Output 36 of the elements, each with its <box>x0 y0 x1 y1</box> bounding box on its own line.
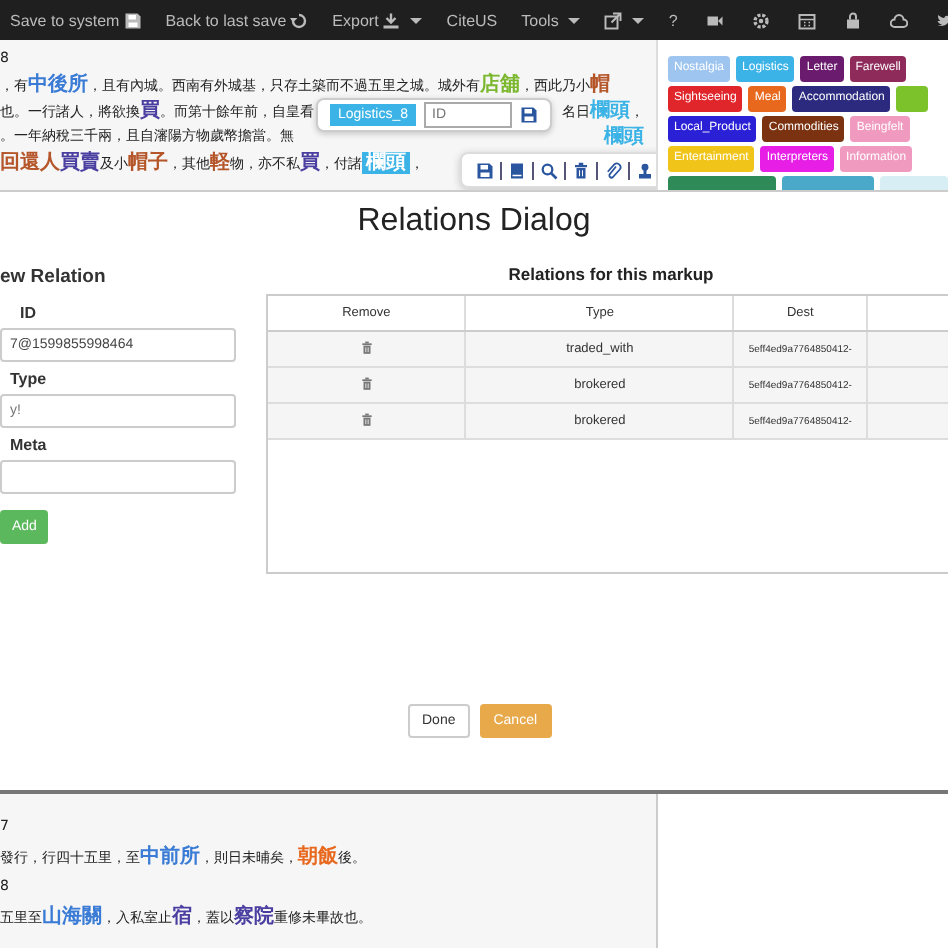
section-heading: Relations for this markup <box>506 264 716 284</box>
nav-link[interactable]: Save to system <box>10 11 142 29</box>
nav-link[interactable]: ? <box>668 11 678 29</box>
trash-icon[interactable] <box>359 375 374 391</box>
nav-link[interactable]: Tools <box>521 11 581 29</box>
trash-icon[interactable] <box>572 161 590 179</box>
save-icon <box>123 11 142 29</box>
save-icon[interactable] <box>476 161 494 179</box>
external-link-icon <box>604 11 623 29</box>
video-camera-icon[interactable] <box>705 11 724 29</box>
trash-icon[interactable] <box>359 339 374 355</box>
paperclip-icon[interactable] <box>604 161 622 179</box>
nav-link[interactable]: Back to last save <box>165 11 309 29</box>
field-label: Type <box>10 370 47 388</box>
stamp-icon[interactable] <box>636 161 654 179</box>
input-field[interactable] <box>0 460 236 494</box>
field-label: ID <box>20 304 36 322</box>
undo-icon <box>290 11 309 29</box>
cloud-icon[interactable] <box>889 11 908 29</box>
download-icon <box>382 11 401 29</box>
bird-icon[interactable] <box>935 11 948 29</box>
field-label: Meta <box>10 436 47 454</box>
book-icon[interactable] <box>508 161 526 179</box>
trash-icon[interactable] <box>359 411 374 427</box>
save-button[interactable] <box>520 106 539 124</box>
lock-icon[interactable] <box>843 11 862 29</box>
dialog-title: Relations Dialog <box>355 204 593 242</box>
section-heading: ew Relation <box>0 266 106 288</box>
save-icon <box>520 106 539 124</box>
search-icon[interactable] <box>540 161 558 179</box>
nav-icon-link[interactable] <box>604 11 645 29</box>
nav-link[interactable]: CiteUS <box>446 11 498 29</box>
settings-icon[interactable] <box>751 11 770 29</box>
nav-link[interactable]: Export <box>332 11 423 29</box>
calendar-icon[interactable] <box>797 11 816 29</box>
document-text: 欄頭 <box>604 123 644 149</box>
